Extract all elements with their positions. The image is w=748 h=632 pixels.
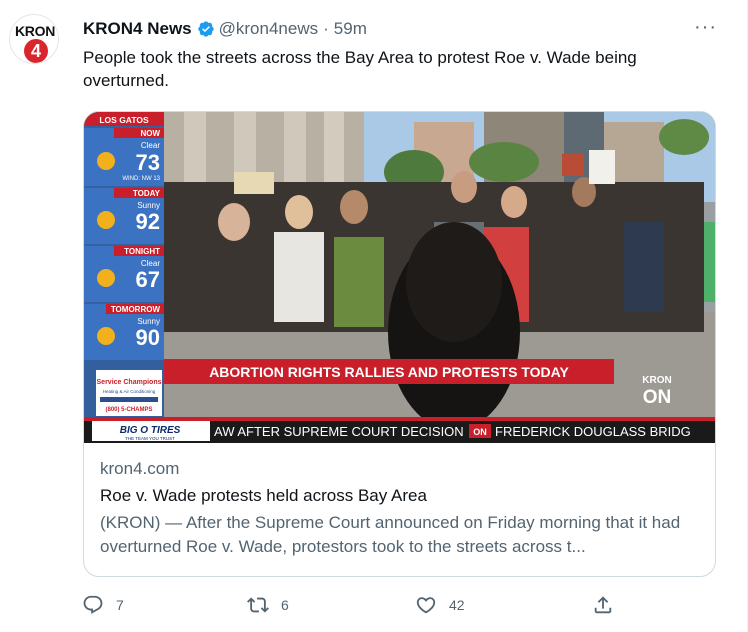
sun-icon (97, 269, 115, 287)
weather-now-label: NOW (140, 129, 160, 138)
avatar-number: 4 (24, 39, 48, 63)
reply-button[interactable]: 7 (82, 594, 124, 616)
ticker-badge: ON (473, 427, 487, 437)
avatar[interactable]: KRON 4 (9, 14, 59, 64)
retweet-icon (247, 597, 269, 613)
weather-location: LOS GATOS (99, 115, 149, 125)
news-headline: ABORTION RIGHTS RALLIES AND PROTESTS TOD… (209, 364, 569, 380)
weather-tomorrow-temp: 90 (136, 325, 160, 350)
sponsor-logo: Service Champions Heating & Air Conditio… (96, 370, 162, 416)
weather-tomorrow-label: TOMORROW (111, 305, 161, 314)
weather-now-temp: 73 (136, 150, 160, 175)
sun-icon (97, 211, 115, 229)
weather-block-tonight: TONIGHT Clear 67 (84, 246, 164, 302)
tweet-header: KRON4 News @kron4news · 59m (83, 18, 367, 40)
more-options-icon[interactable]: ··· (694, 17, 717, 37)
tweet[interactable]: KRON 4 KRON4 News @kron4news · 59m ··· P… (0, 0, 748, 632)
reply-icon (83, 595, 103, 614)
sponsor-sub: Heating & Air Conditioning (103, 389, 156, 394)
station-logo-bottom: ON (643, 387, 672, 408)
tweet-actions: 7 6 42 (82, 594, 622, 618)
ticker-text: AW AFTER SUPREME COURT DECISION (214, 424, 464, 439)
avatar-kron-text: KRON (15, 23, 56, 39)
display-name[interactable]: KRON4 News (83, 19, 192, 39)
weather-block-tomorrow: TOMORROW Sunny 90 (84, 304, 164, 360)
weather-today-temp: 92 (136, 209, 160, 234)
news-broadcast-image: LOS GATOS NOW Clear 73 WIND: NW 13 TODAY… (84, 112, 715, 443)
sun-icon (97, 152, 115, 170)
ticker-sponsor-sub: THE TEAM YOU TRUST (125, 436, 175, 441)
weather-tonight-label: TONIGHT (124, 247, 160, 256)
heart-icon (416, 597, 436, 614)
verified-badge-icon (197, 21, 214, 37)
like-button[interactable]: 42 (415, 594, 465, 616)
card-title: Roe v. Wade protests held across Bay Are… (100, 486, 427, 505)
handle[interactable]: @kron4news (219, 19, 318, 39)
card-description: (KRON) — After the Supreme Court announc… (100, 513, 681, 556)
timestamp[interactable]: 59m (334, 19, 367, 39)
weather-block-now: NOW Clear 73 WIND: NW 13 (84, 128, 164, 186)
like-count: 42 (449, 597, 465, 613)
weather-block-today: TODAY Sunny 92 (84, 188, 164, 244)
reply-count: 7 (116, 597, 124, 613)
retweet-button[interactable]: 6 (247, 594, 289, 616)
card-domain: kron4.com (100, 459, 180, 478)
link-card[interactable]: LOS GATOS NOW Clear 73 WIND: NW 13 TODAY… (83, 111, 716, 577)
weather-now-extra: WIND: NW 13 (122, 176, 160, 182)
weather-tonight-temp: 67 (136, 267, 160, 292)
station-logo-top: KRON (642, 375, 671, 386)
tweet-text: People took the streets across the Bay A… (83, 48, 637, 90)
sun-icon (97, 327, 115, 345)
sponsor-phone: (800) 5-CHAMPS (105, 407, 152, 413)
sponsor-name: Service Champions (97, 379, 162, 386)
share-button[interactable] (592, 594, 626, 616)
ticker-sponsor-logo: BIG O TIRES (120, 425, 181, 436)
ticker-text-2: FREDERICK DOUGLASS BRIDG (495, 424, 691, 439)
weather-now-cond: Clear (141, 141, 160, 150)
retweet-count: 6 (281, 597, 289, 613)
separator: · (323, 19, 329, 38)
news-video-frame[interactable]: LOS GATOS NOW Clear 73 WIND: NW 13 TODAY… (84, 112, 715, 443)
weather-today-label: TODAY (133, 189, 161, 198)
share-icon (594, 596, 612, 614)
card-info[interactable]: kron4.com Roe v. Wade protests held acro… (100, 457, 705, 559)
